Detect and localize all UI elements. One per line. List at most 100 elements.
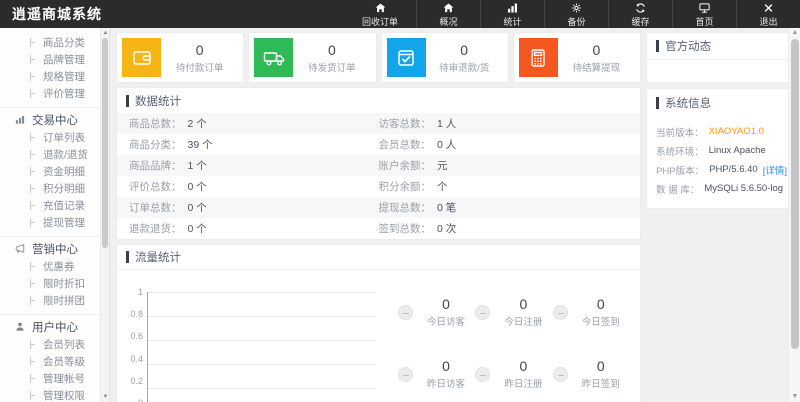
sidebar-item-label: 规格管理: [43, 69, 85, 84]
scroll-down-icon[interactable]: ▼: [101, 393, 110, 401]
data-stats-row: 订单总数：0 个 提现总数：0 笔: [117, 197, 640, 218]
sidebar-item-fund-detail[interactable]: 资金明细: [0, 163, 109, 180]
stat-label: 昨日注册: [504, 376, 542, 390]
stat-label: 今日签到: [582, 314, 620, 328]
nav-cache[interactable]: 缓存: [608, 0, 672, 28]
traffic-panel: 流量统计 1 0.8 0.6 0.4 0.2 0: [117, 245, 640, 402]
page-scrollbar-thumb[interactable]: [791, 39, 799, 349]
branch-icon: [30, 391, 38, 400]
stat-value: 0 次: [437, 221, 456, 236]
sidebar-item-label: 会员等级: [43, 354, 85, 369]
sidebar-item-member-list[interactable]: 会员列表: [0, 336, 109, 353]
nav-statistics[interactable]: 统计: [480, 0, 544, 28]
sidebar-item-points-detail[interactable]: 积分明细: [0, 180, 109, 197]
sidebar-item-review-management[interactable]: 评价管理: [0, 85, 109, 102]
stat-label: 评价总数：: [129, 179, 182, 194]
scroll-up-icon[interactable]: ▲: [789, 28, 800, 38]
sidebar-section-marketing-center[interactable]: 营销中心: [0, 236, 109, 258]
info-value: MySQLi 5.6.50-log: [704, 183, 783, 194]
sidebar-item-member-levels[interactable]: 会员等级: [0, 353, 109, 370]
data-stats-row: 商品总数：2 个 访客总数：1 人: [117, 113, 640, 134]
card-value: 0: [426, 42, 503, 58]
sidebar-item-group-buy[interactable]: 限时拼团: [0, 292, 109, 309]
sidebar-item-withdrawal-management[interactable]: 提现管理: [0, 214, 109, 231]
stat-label: 积分余额：: [379, 179, 432, 194]
info-label: PHP版本：: [656, 163, 704, 177]
card-label: 待付款订单: [161, 60, 238, 74]
app-window: 逍遥商城系统 回收订单 概况 统计: [0, 0, 800, 402]
nav-backup[interactable]: 备份: [544, 0, 608, 28]
nav-label: 回收订单: [362, 15, 398, 28]
refresh-icon: [634, 2, 647, 14]
stat-label: 访客总数：: [379, 116, 432, 131]
card-label: 待结算提现: [558, 60, 635, 74]
data-stats-panel: 数据统计 商品总数：2 个 访客总数：1 人 商品分类：39 个 会员总数：0 …: [117, 88, 640, 239]
system-info-title: 系统信息: [647, 89, 796, 116]
sidebar-item-refund-return[interactable]: 退款/退货: [0, 146, 109, 163]
data-stats-row: 商品分类：39 个 会员总数：0 人: [117, 134, 640, 155]
nav-recycle-orders[interactable]: 回收订单: [344, 0, 416, 28]
info-value: Linux Apache: [709, 145, 766, 156]
sidebar-item-admin-accounts[interactable]: 管理帐号: [0, 370, 109, 387]
title-accent-bar: [656, 97, 659, 109]
nav-overview[interactable]: 概况: [416, 0, 480, 28]
php-detail-link[interactable]: [详情]: [763, 163, 787, 177]
sidebar-item-order-list[interactable]: 订单列表: [0, 129, 109, 146]
branch-icon: [30, 150, 38, 159]
sidebar-scrollbar[interactable]: ▲ ▼: [100, 28, 109, 402]
sidebar-scrollbar-thumb[interactable]: [102, 38, 108, 248]
data-stats-row: 商品品牌：1 个 账户余额：元: [117, 155, 640, 176]
sidebar-item-product-category[interactable]: 商品分类: [0, 34, 109, 51]
sidebar-item-spec-management[interactable]: 规格管理: [0, 68, 109, 85]
nav-homepage[interactable]: 首页: [672, 0, 736, 28]
home-icon: [442, 2, 455, 14]
sidebar-item-brand-management[interactable]: 品牌管理: [0, 51, 109, 68]
wallet-icon: [122, 38, 161, 77]
user-icon: [14, 321, 26, 332]
branch-icon: [30, 374, 38, 383]
branch-icon: [30, 262, 38, 271]
sidebar-item-label: 充值记录: [43, 198, 85, 213]
stat-value: 0 个: [188, 221, 207, 236]
scroll-down-icon[interactable]: ▼: [789, 392, 800, 402]
sidebar-item-flash-discount[interactable]: 限时折扣: [0, 275, 109, 292]
branch-icon: [30, 340, 38, 349]
page-scrollbar[interactable]: ▲ ▼: [788, 28, 800, 402]
top-nav: 回收订单 概况 统计 备份: [344, 0, 800, 28]
nav-logout[interactable]: 退出: [736, 0, 800, 28]
sidebar-item-label: 管理帐号: [43, 371, 85, 386]
sidebar-item-label: 提现管理: [43, 215, 85, 230]
official-news-panel: 官方动态: [647, 33, 796, 82]
traffic-stat-today-visitors: 0今日访客: [398, 296, 475, 328]
title-accent-bar: [656, 40, 659, 52]
info-label: 系统环境：: [656, 144, 704, 158]
traffic-stat-today-checkins: 0今日签到: [553, 296, 630, 328]
chart-y-axis: 1 0.8 0.6 0.4 0.2 0: [121, 292, 147, 402]
scroll-up-icon[interactable]: ▲: [101, 29, 110, 37]
traffic-stat-yesterday-visitors: 0昨日访客: [398, 358, 475, 390]
system-info-row-php: PHP版本： PHP/5.6.40 [详情]: [656, 160, 787, 179]
stat-label: 昨日签到: [582, 376, 620, 390]
sidebar-item-label: 会员列表: [43, 337, 85, 352]
traffic-stats-grid: 0今日访客 0今日注册 0今日签到 0昨日访客: [376, 278, 630, 402]
card-value: 0: [558, 42, 635, 58]
chart-plot-area: [147, 292, 376, 402]
sidebar-section-label: 交易中心: [32, 112, 78, 128]
gridline: [148, 340, 376, 341]
stat-value: 0: [427, 296, 465, 312]
branch-icon: [30, 357, 38, 366]
stat-label: 昨日访客: [427, 376, 465, 390]
stat-value: 1 个: [188, 158, 207, 173]
card-pending-settlement[interactable]: 0 待结算提现: [514, 33, 640, 82]
card-pending-payment[interactable]: 0 待付款订单: [117, 33, 243, 82]
sidebar-section-user-center[interactable]: 用户中心: [0, 314, 109, 336]
sidebar-section-trade-center[interactable]: 交易中心: [0, 107, 109, 129]
sidebar-item-admin-permissions[interactable]: 管理权限: [0, 387, 109, 402]
branch-icon: [30, 184, 38, 193]
card-pending-shipment[interactable]: 0 待发货订单: [249, 33, 375, 82]
sidebar-section-label: 用户中心: [32, 319, 78, 335]
card-pending-refund-review[interactable]: 0 待审退款/货: [382, 33, 508, 82]
sidebar-item-label: 管理权限: [43, 388, 85, 402]
sidebar-item-recharge-records[interactable]: 充值记录: [0, 197, 109, 214]
sidebar-item-coupons[interactable]: 优惠券: [0, 258, 109, 275]
